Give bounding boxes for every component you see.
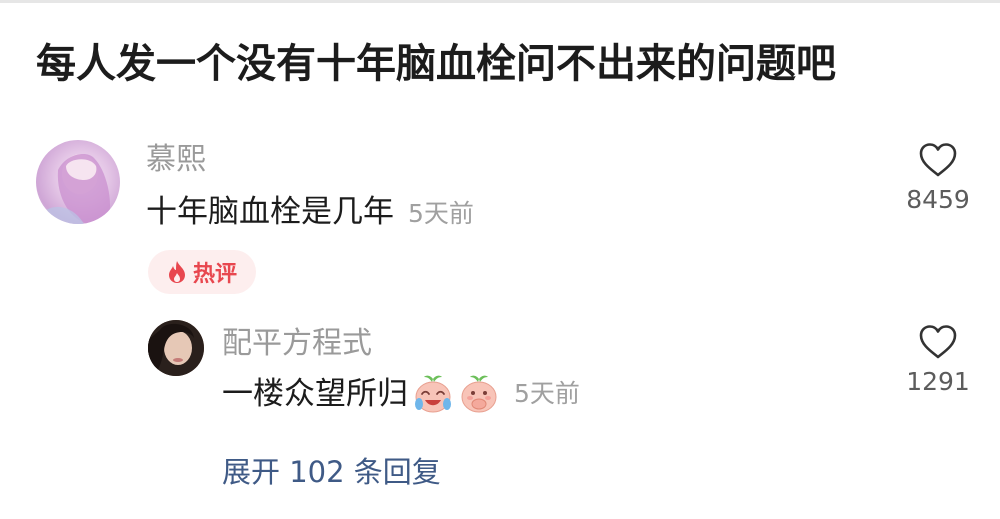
heart-icon[interactable] xyxy=(918,142,958,178)
reply-avatar[interactable] xyxy=(148,320,204,376)
comment-username[interactable]: 慕熙 xyxy=(146,140,206,180)
laughing-crying-peach-emoji xyxy=(415,375,451,413)
post-title: 每人发一个没有十年脑血栓问不出来的问题吧 xyxy=(36,41,836,87)
reply-text: 一楼众望所归 xyxy=(222,376,408,412)
comment-text: 十年脑血栓是几年 xyxy=(146,194,394,230)
avatar[interactable] xyxy=(36,140,120,224)
flame-icon xyxy=(168,261,185,283)
comment-like-count: 8459 xyxy=(906,185,970,214)
reply-like-count: 1291 xyxy=(906,367,970,396)
hot-comment-badge: 热评 xyxy=(148,250,256,294)
reply-body: 一楼众望所归 5天前 xyxy=(222,372,580,416)
heart-icon[interactable] xyxy=(918,324,958,360)
reply-username[interactable]: 配平方程式 xyxy=(222,324,372,364)
covering-mouth-peach-emoji xyxy=(461,375,497,413)
comment-time: 5天前 xyxy=(408,199,474,228)
avatar-illustration-icon xyxy=(46,154,111,224)
reply-avatar-photo-icon xyxy=(148,320,204,376)
top-divider xyxy=(0,0,1000,3)
reply-like[interactable]: 1291 xyxy=(898,324,978,398)
comment-like[interactable]: 8459 xyxy=(898,142,978,216)
hot-badge-label: 热评 xyxy=(192,262,237,287)
reply-time: 5天前 xyxy=(514,379,580,408)
expand-replies-link[interactable]: 展开 102 条回复 xyxy=(222,452,441,492)
comment-body: 十年脑血栓是几年 5天前 xyxy=(146,190,474,236)
